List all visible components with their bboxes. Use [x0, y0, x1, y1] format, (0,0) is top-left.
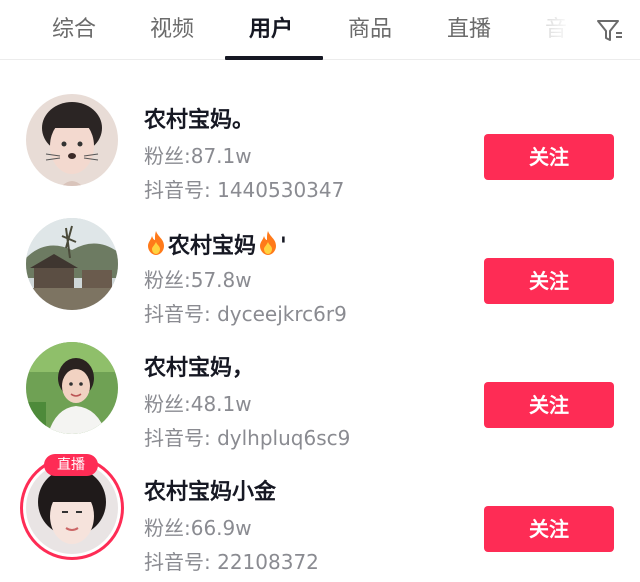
user-row[interactable]: 农村宝妈。 粉丝:87.1w 抖音号: 1440530347 关注: [0, 80, 640, 204]
user-name: 农村宝妈小金: [144, 480, 277, 505]
fire-icon: [256, 230, 280, 265]
user-name: 农村宝妈。: [144, 108, 255, 133]
follow-button[interactable]: 关注: [484, 506, 614, 552]
user-row[interactable]: 农村宝妈 ' 粉丝:57.8w 抖音号: dyceejkrc6r9 关注: [0, 204, 640, 328]
follow-button[interactable]: 关注: [484, 382, 614, 428]
avatar[interactable]: [26, 218, 118, 310]
fans-count: 粉丝:87.1w: [144, 144, 252, 168]
active-tab-indicator: [225, 56, 323, 60]
douyin-id: 抖音号: 1440530347: [144, 178, 345, 202]
search-tab-bar: 综合 视频 用户 商品 直播 音: [0, 0, 640, 60]
follow-button[interactable]: 关注: [484, 134, 614, 180]
avatar[interactable]: [26, 94, 118, 186]
tab-products[interactable]: 商品: [348, 14, 392, 46]
user-row[interactable]: 农村宝妈， 粉丝:48.1w 抖音号: dylhpluq6sc9 关注: [0, 328, 640, 452]
tab-live[interactable]: 直播: [447, 14, 491, 46]
tab-comprehensive[interactable]: 综合: [52, 14, 96, 46]
live-badge: 直播: [44, 454, 98, 476]
douyin-id: 抖音号: dyceejkrc6r9: [144, 302, 347, 326]
fans-count: 粉丝:48.1w: [144, 392, 252, 416]
avatar[interactable]: [26, 342, 118, 434]
fans-count: 粉丝:57.8w: [144, 268, 252, 292]
follow-button[interactable]: 关注: [484, 258, 614, 304]
filter-icon: [597, 20, 622, 41]
tab-fade-overlay: [530, 0, 590, 58]
filter-button[interactable]: [590, 14, 630, 46]
tab-users[interactable]: 用户: [249, 14, 293, 46]
douyin-id: 抖音号: dylhpluq6sc9: [144, 426, 351, 450]
douyin-id: 抖音号: 22108372: [144, 550, 319, 574]
fire-icon: [144, 230, 168, 265]
tab-videos[interactable]: 视频: [150, 14, 194, 46]
user-row[interactable]: 直播 农村宝妈小金 粉丝:66.9w 抖音号: 22108372 关注: [0, 452, 640, 576]
fans-count: 粉丝:66.9w: [144, 516, 252, 540]
user-name-suffix: ': [280, 234, 287, 259]
user-name: 农村宝妈，: [144, 356, 255, 381]
user-name: 农村宝妈 ': [144, 230, 287, 260]
user-name-text: 农村宝妈: [168, 234, 257, 259]
